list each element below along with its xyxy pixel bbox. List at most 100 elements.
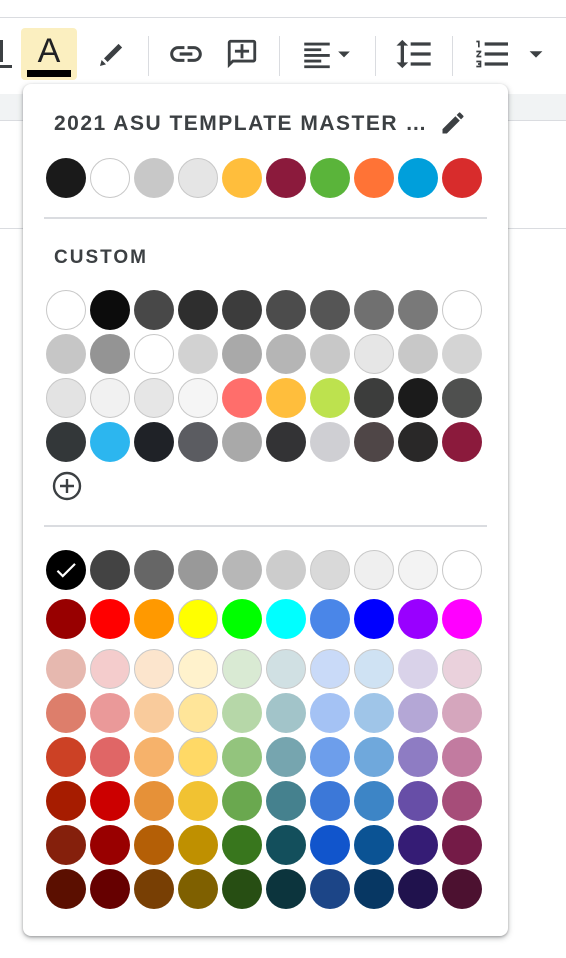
color-swatch[interactable] [134,781,174,821]
color-swatch[interactable] [134,422,174,462]
color-swatch[interactable] [178,378,218,418]
color-swatch[interactable] [178,693,218,733]
color-swatch[interactable] [266,422,306,462]
color-swatch[interactable] [90,737,130,777]
color-swatch[interactable] [398,422,438,462]
color-swatch[interactable] [442,422,482,462]
color-swatch[interactable] [46,693,86,733]
color-swatch[interactable] [266,290,306,330]
color-swatch[interactable] [134,550,174,590]
color-swatch[interactable] [310,422,350,462]
color-swatch[interactable] [310,378,350,418]
color-swatch[interactable] [134,869,174,909]
color-swatch[interactable] [354,378,394,418]
color-swatch[interactable] [442,781,482,821]
color-swatch[interactable] [266,378,306,418]
color-swatch[interactable] [398,781,438,821]
color-swatch[interactable] [222,158,262,198]
color-swatch[interactable] [442,550,482,590]
color-swatch[interactable] [46,825,86,865]
color-swatch[interactable] [398,550,438,590]
underline-button[interactable] [0,30,14,78]
color-swatch[interactable] [178,781,218,821]
color-swatch[interactable] [178,599,218,639]
color-swatch[interactable] [222,334,262,374]
color-swatch[interactable] [310,693,350,733]
color-swatch[interactable] [178,290,218,330]
color-swatch[interactable] [46,334,86,374]
insert-link-button[interactable] [164,30,208,78]
color-swatch[interactable] [46,158,86,198]
color-swatch[interactable] [398,649,438,689]
color-swatch[interactable] [46,599,86,639]
color-swatch[interactable] [442,649,482,689]
color-swatch[interactable] [46,290,86,330]
color-swatch[interactable] [46,781,86,821]
color-swatch[interactable] [310,649,350,689]
color-swatch[interactable] [354,422,394,462]
color-swatch[interactable] [134,378,174,418]
color-swatch[interactable] [266,737,306,777]
color-swatch[interactable] [354,599,394,639]
color-swatch[interactable] [222,869,262,909]
color-swatch[interactable] [354,334,394,374]
color-swatch[interactable] [398,599,438,639]
color-swatch[interactable] [178,825,218,865]
color-swatch[interactable] [442,599,482,639]
color-swatch[interactable] [90,378,130,418]
color-swatch[interactable] [398,290,438,330]
color-swatch[interactable] [46,737,86,777]
color-swatch[interactable] [222,599,262,639]
color-swatch[interactable] [90,693,130,733]
color-swatch[interactable] [90,781,130,821]
color-swatch[interactable] [134,825,174,865]
add-comment-button[interactable] [222,30,262,78]
color-swatch[interactable] [178,869,218,909]
color-swatch[interactable] [222,825,262,865]
color-swatch[interactable] [266,599,306,639]
color-swatch[interactable] [178,550,218,590]
color-swatch[interactable] [134,158,174,198]
color-swatch[interactable] [310,599,350,639]
color-swatch[interactable] [222,422,262,462]
color-swatch[interactable] [46,649,86,689]
color-swatch[interactable] [134,290,174,330]
color-swatch[interactable] [310,781,350,821]
color-swatch[interactable] [442,693,482,733]
color-swatch[interactable] [178,334,218,374]
color-swatch[interactable] [178,158,218,198]
color-swatch[interactable] [90,334,130,374]
color-swatch[interactable] [398,737,438,777]
color-swatch[interactable] [266,334,306,374]
color-swatch[interactable] [398,825,438,865]
color-swatch[interactable] [398,334,438,374]
color-swatch[interactable] [222,290,262,330]
color-swatch[interactable] [222,781,262,821]
color-swatch-selected[interactable] [46,550,86,590]
color-swatch[interactable] [134,599,174,639]
color-swatch[interactable] [310,158,350,198]
color-swatch[interactable] [134,737,174,777]
color-swatch[interactable] [266,693,306,733]
color-swatch[interactable] [310,290,350,330]
color-swatch[interactable] [442,869,482,909]
color-swatch[interactable] [222,693,262,733]
color-swatch[interactable] [46,422,86,462]
color-swatch[interactable] [442,825,482,865]
color-swatch[interactable] [90,649,130,689]
color-swatch[interactable] [310,825,350,865]
color-swatch[interactable] [354,290,394,330]
color-swatch[interactable] [398,378,438,418]
color-swatch[interactable] [398,158,438,198]
color-swatch[interactable] [354,781,394,821]
color-swatch[interactable] [266,781,306,821]
color-swatch[interactable] [90,158,130,198]
color-swatch[interactable] [266,825,306,865]
color-swatch[interactable] [90,869,130,909]
color-swatch[interactable] [90,599,130,639]
color-swatch[interactable] [134,649,174,689]
color-swatch[interactable] [134,334,174,374]
line-spacing-button[interactable] [392,30,436,78]
color-swatch[interactable] [222,649,262,689]
color-swatch[interactable] [178,422,218,462]
